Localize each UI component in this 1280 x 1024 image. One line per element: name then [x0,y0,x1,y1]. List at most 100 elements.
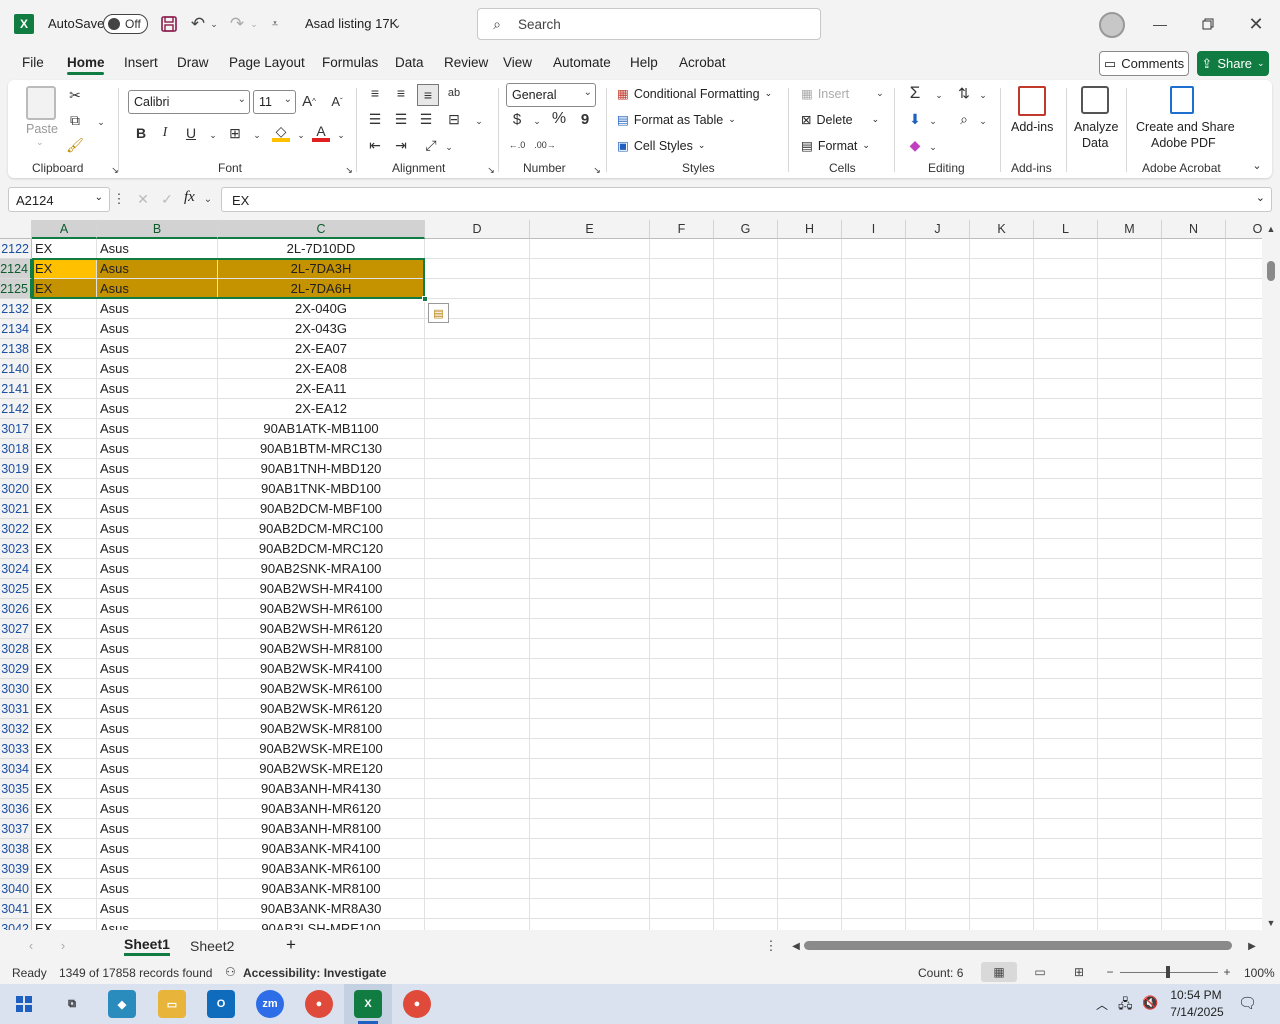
cell-empty[interactable] [650,399,714,419]
cell-empty[interactable] [842,899,906,919]
cell-empty[interactable] [1162,279,1226,299]
cell-empty[interactable] [425,559,530,579]
cell-empty[interactable] [1162,439,1226,459]
row-header[interactable]: 2124 [0,259,32,279]
cell-empty[interactable] [842,359,906,379]
cell-c[interactable]: 90AB3ANH-MR4130 [218,779,425,799]
cell-empty[interactable] [1034,259,1098,279]
vertical-scrollbar[interactable]: ▲ ▼ [1262,220,1280,932]
row-header[interactable]: 3035 [0,779,32,799]
cell-a[interactable]: EX [32,919,97,930]
create-pdf-icon[interactable] [1170,86,1194,114]
cell-empty[interactable] [650,679,714,699]
cell-empty[interactable] [970,879,1034,899]
clipboard-launcher-icon[interactable]: ↘ [106,161,124,179]
cell-empty[interactable] [1098,539,1162,559]
cell-b[interactable]: Asus [97,859,218,879]
cell-a[interactable]: EX [32,239,97,259]
cell-empty[interactable] [1034,599,1098,619]
sheet-tab-sheet1[interactable]: Sheet1 [124,936,170,956]
cell-empty[interactable] [970,419,1034,439]
cell-empty[interactable] [778,559,842,579]
cell-empty[interactable] [842,799,906,819]
cell-empty[interactable] [970,859,1034,879]
column-header-d[interactable]: D [425,220,530,239]
sort-filter-icon[interactable]: ⇅ [955,84,973,102]
cell-empty[interactable] [778,419,842,439]
cell-empty[interactable] [1098,639,1162,659]
column-header-i[interactable]: I [842,220,906,239]
paste-chevron-icon[interactable]: ⌄ [36,137,44,148]
cell-empty[interactable] [650,559,714,579]
cell-a[interactable]: EX [32,579,97,599]
undo-dropdown-icon[interactable]: ⌄ [209,15,219,33]
network-icon[interactable]: 🖧 [1118,995,1133,1017]
cell-a[interactable]: EX [32,279,97,299]
cell-empty[interactable] [530,419,650,439]
cell-empty[interactable] [778,259,842,279]
font-color-icon[interactable]: A [312,123,330,142]
cell-b[interactable]: Asus [97,719,218,739]
cell-empty[interactable] [425,439,530,459]
cell-empty[interactable] [842,239,906,259]
cell-a[interactable]: EX [32,779,97,799]
decrease-indent-icon[interactable]: ⇤ [366,136,384,154]
cell-empty[interactable] [530,499,650,519]
cell-empty[interactable] [906,699,970,719]
cell-empty[interactable] [778,699,842,719]
row-header[interactable]: 3017 [0,419,32,439]
cell-empty[interactable] [425,419,530,439]
cell-c[interactable]: 90AB2DCM-MRC120 [218,539,425,559]
cell-empty[interactable] [778,779,842,799]
font-size-select[interactable]: 11 ⌄ [253,90,296,114]
cell-empty[interactable] [530,639,650,659]
cell-empty[interactable] [842,259,906,279]
cell-a[interactable]: EX [32,859,97,879]
cell-empty[interactable] [1098,239,1162,259]
cell-empty[interactable] [1098,839,1162,859]
filename-chevron-icon[interactable]: ⌄ [391,15,403,33]
decrease-decimal-icon[interactable]: .00→ [534,136,556,154]
cell-c[interactable]: 2L-7DA3H [218,259,425,279]
cell-empty[interactable] [842,299,906,319]
cell-empty[interactable] [1034,679,1098,699]
cell-empty[interactable] [1034,479,1098,499]
cell-empty[interactable] [425,519,530,539]
delete-cells-button[interactable]: ⊠ Delete ⌄ [801,112,879,128]
scroll-left-icon[interactable]: ◀ [790,938,802,954]
tab-view[interactable]: View [503,55,532,70]
cell-empty[interactable] [650,919,714,930]
zoom-level[interactable]: 100% [1244,966,1275,980]
wrap-text-icon[interactable]: ab [445,84,463,102]
cell-c[interactable]: 90AB1BTM-MRC130 [218,439,425,459]
cell-empty[interactable] [650,579,714,599]
cell-empty[interactable] [778,299,842,319]
cell-empty[interactable] [778,619,842,639]
cell-empty[interactable] [1162,239,1226,259]
cell-empty[interactable] [650,879,714,899]
cell-a[interactable]: EX [32,759,97,779]
cell-empty[interactable] [1226,299,1262,319]
cell-empty[interactable] [842,459,906,479]
cell-empty[interactable] [714,579,778,599]
cell-empty[interactable] [1226,859,1262,879]
cell-empty[interactable] [1098,559,1162,579]
row-header[interactable]: 3019 [0,459,32,479]
cell-b[interactable]: Asus [97,559,218,579]
cell-empty[interactable] [970,699,1034,719]
cell-empty[interactable] [1098,359,1162,379]
cell-empty[interactable] [1226,399,1262,419]
column-header-c[interactable]: C [218,220,425,239]
cell-empty[interactable] [650,379,714,399]
cell-empty[interactable] [650,319,714,339]
cell-c[interactable]: 90AB2WSK-MRE100 [218,739,425,759]
row-header[interactable]: 3038 [0,839,32,859]
cell-empty[interactable] [1098,679,1162,699]
cell-empty[interactable] [842,879,906,899]
cell-empty[interactable] [970,499,1034,519]
cell-empty[interactable] [530,399,650,419]
comments-button[interactable]: ▭ Comments [1099,51,1189,76]
cell-a[interactable]: EX [32,339,97,359]
cell-c[interactable]: 90AB2SNK-MRA100 [218,559,425,579]
cell-empty[interactable] [1162,559,1226,579]
